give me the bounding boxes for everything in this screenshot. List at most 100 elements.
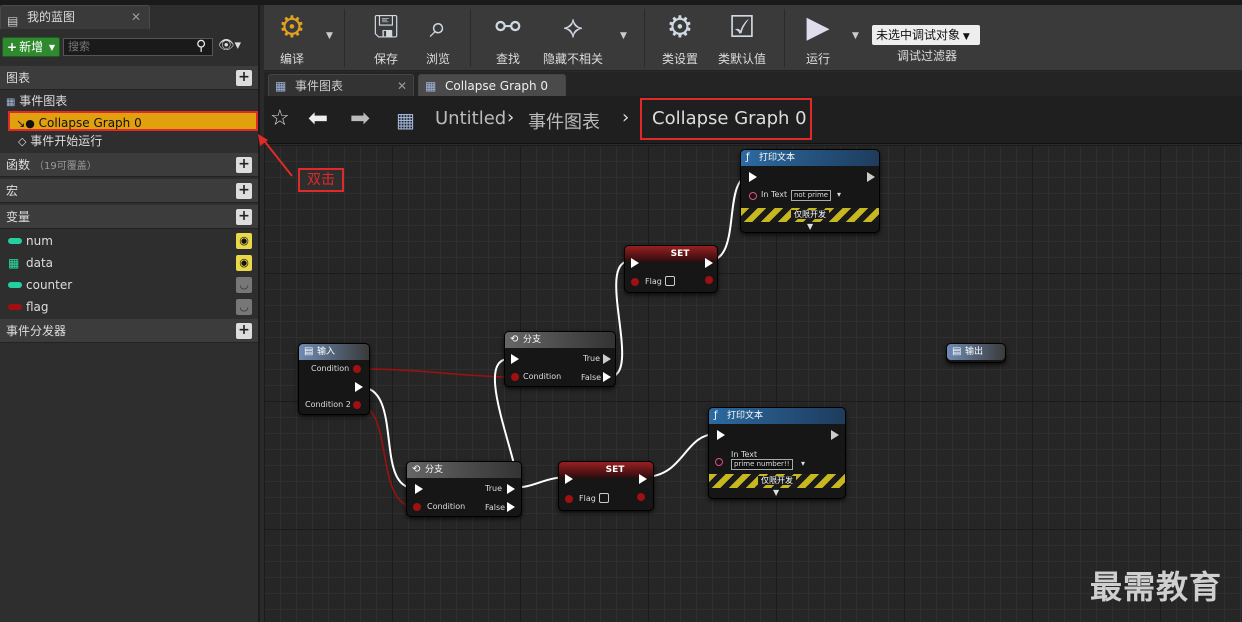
compile-icon: ⚙ [278, 10, 306, 45]
save-button[interactable]: 🖫 保存 [364, 5, 408, 71]
add-macro-button[interactable]: + [236, 183, 252, 199]
bool-pin[interactable] [413, 503, 421, 511]
tree-item-begin-play[interactable]: ◇ 事件开始运行 [0, 131, 258, 151]
set-node[interactable]: SET Flag [558, 461, 654, 511]
section-graphs[interactable]: 图表 + [0, 66, 258, 90]
pin-label: In Text [731, 450, 758, 459]
play-button[interactable]: ▶ 运行 [796, 5, 840, 71]
variable-row[interactable]: counter ◡ [0, 274, 258, 296]
plus-icon: + [7, 40, 18, 54]
node-title: 输出 [965, 347, 984, 357]
print-text-node[interactable]: ƒ 打印文本 In Text prime number!! ▾ 仅限开发 ▼ [708, 407, 846, 499]
search-input[interactable]: 搜索 [63, 38, 213, 56]
chevron-down-icon[interactable]: ▼ [620, 31, 627, 41]
tab-collapse-graph[interactable]: ▦ Collapse Graph 0 [418, 74, 566, 96]
branch-node[interactable]: ⟲ 分支 True Condition False [406, 461, 522, 517]
search-icon[interactable]: ⚲ [196, 38, 214, 56]
exec-out-pin[interactable] [831, 430, 839, 440]
browse-button[interactable]: ⌕ 浏览 [416, 5, 460, 71]
bool-out-pin[interactable] [637, 493, 645, 501]
string-pin[interactable] [749, 192, 757, 200]
section-dispatchers[interactable]: 事件分发器 + [0, 319, 258, 343]
my-blueprint-tab[interactable]: ▤ 我的蓝图 ✕ [0, 5, 150, 29]
star-icon[interactable]: ☆ [270, 106, 290, 131]
exec-in-pin[interactable] [565, 474, 573, 484]
exec-false-pin[interactable] [507, 502, 515, 512]
compile-button[interactable]: ⚙ 编译 [270, 5, 314, 71]
in-text-field[interactable]: prime number!! [731, 459, 793, 470]
pin-label: True [485, 484, 502, 493]
checklist-icon: ☑ [728, 10, 756, 45]
exec-in-pin[interactable] [749, 172, 757, 182]
print-text-node[interactable]: ƒ 打印文本 In Text not prime ▾ 仅限开发 ▼ [740, 149, 880, 233]
class-defaults-button[interactable]: ☑ 类默认值 [714, 5, 770, 71]
in-text-field[interactable]: not prime [791, 190, 832, 201]
chevron-down-icon[interactable]: ▾ [801, 459, 805, 468]
exec-in-pin[interactable] [511, 354, 519, 364]
exec-in-pin[interactable] [631, 258, 639, 268]
find-button[interactable]: ⚯ 查找 [486, 5, 530, 71]
breadcrumb-event-graph[interactable]: 事件图表 [528, 108, 600, 134]
output-tunnel-node[interactable]: ▤ 输出 [946, 343, 1006, 363]
bool-out-pin[interactable] [705, 276, 713, 284]
variable-row[interactable]: num ◉ [0, 230, 258, 252]
document-tabs: ▦ 事件图表 ✕ ▦ Collapse Graph 0 [264, 72, 1242, 96]
set-node[interactable]: SET Flag [624, 245, 718, 293]
bool-pin[interactable] [631, 278, 639, 286]
hide-unrelated-button[interactable]: ⟡ 隐藏不相关 [538, 5, 608, 71]
exec-out-pin[interactable] [639, 474, 647, 484]
add-new-button[interactable]: + 新增 ▼ [2, 37, 60, 57]
exec-in-pin[interactable] [415, 484, 423, 494]
exec-true-pin[interactable] [603, 354, 611, 364]
input-tunnel-node[interactable]: ▤ 输入 Condition Condition 2 [298, 343, 370, 415]
section-functions[interactable]: 函数 （19可覆盖） + [0, 153, 258, 177]
pin-label: True [583, 354, 600, 363]
add-graph-button[interactable]: + [236, 70, 252, 86]
add-dispatcher-button[interactable]: + [236, 323, 252, 339]
tree-item-event-graph[interactable]: ▦ 事件图表 [0, 91, 258, 111]
find-label: 查找 [495, 52, 520, 66]
string-pin[interactable] [715, 458, 723, 466]
close-icon[interactable]: ✕ [131, 6, 141, 28]
flag-checkbox[interactable] [599, 493, 609, 503]
view-options-icon[interactable]: 👁▾ [218, 38, 254, 56]
exec-out-pin[interactable] [705, 258, 713, 268]
variable-row[interactable]: ▦ data ◉ [0, 252, 258, 274]
forward-arrow-icon[interactable]: ➡ [350, 104, 370, 132]
tab-event-graph[interactable]: ▦ 事件图表 ✕ [268, 74, 414, 96]
expand-icon[interactable]: ▼ [807, 222, 813, 231]
graph-canvas[interactable]: ƒ 打印文本 In Text not prime ▾ 仅限开发 ▼ SET Fla… [264, 145, 1242, 622]
bool-pin[interactable] [511, 373, 519, 381]
chevron-down-icon[interactable]: ▼ [852, 31, 859, 41]
expand-icon[interactable]: ▼ [773, 488, 779, 497]
eye-open-icon[interactable]: ◉ [236, 233, 252, 249]
eye-closed-icon[interactable]: ◡ [236, 277, 252, 293]
section-macros[interactable]: 宏 + [0, 179, 258, 203]
breadcrumb-root[interactable]: Untitled [435, 108, 506, 129]
exec-out-pin[interactable] [867, 172, 875, 182]
section-variables[interactable]: 变量 + [0, 205, 258, 229]
back-arrow-icon[interactable]: ⬅ [308, 104, 328, 132]
debug-object-select[interactable]: 未选中调试对象 ▼ [872, 25, 980, 45]
add-variable-button[interactable]: + [236, 209, 252, 225]
bool-pin[interactable] [565, 495, 573, 503]
chevron-down-icon[interactable]: ▼ [326, 31, 333, 41]
exec-out-pin[interactable] [355, 382, 363, 392]
exec-true-pin[interactable] [507, 484, 515, 494]
exec-in-pin[interactable] [717, 430, 725, 440]
variable-name: counter [26, 278, 73, 292]
bool-out-pin[interactable] [353, 401, 361, 409]
add-function-button[interactable]: + [236, 157, 252, 173]
close-icon[interactable]: ✕ [397, 75, 407, 97]
bool-out-pin[interactable] [353, 365, 361, 373]
eye-open-icon[interactable]: ◉ [236, 255, 252, 271]
magnifier-icon: ⌕ [429, 10, 447, 45]
eye-closed-icon[interactable]: ◡ [236, 299, 252, 315]
variable-row[interactable]: flag ◡ [0, 296, 258, 318]
flag-checkbox[interactable] [665, 276, 675, 286]
chevron-down-icon[interactable]: ▾ [837, 190, 841, 199]
class-settings-button[interactable]: ⚙ 类设置 [658, 5, 702, 71]
exec-false-pin[interactable] [603, 372, 611, 382]
branch-node[interactable]: ⟲ 分支 True Condition False [504, 331, 616, 387]
tree-item-collapse-graph[interactable]: ↘● Collapse Graph 0 [8, 111, 258, 131]
